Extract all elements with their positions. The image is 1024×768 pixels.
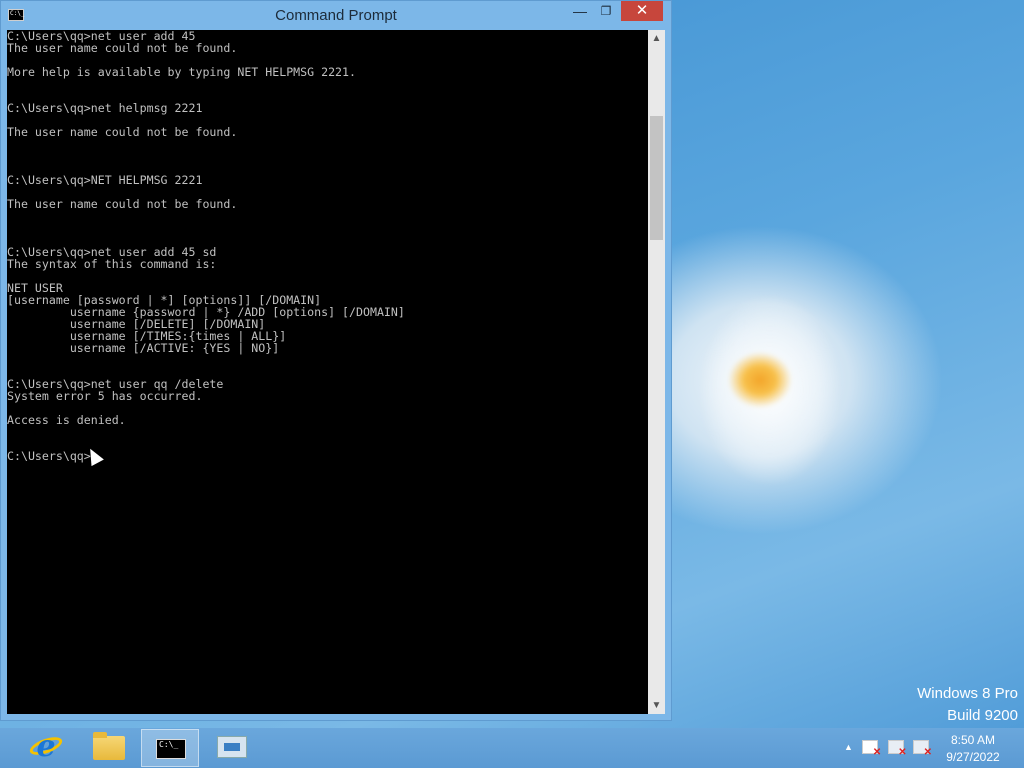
clock-date: 9/27/2022 <box>946 750 1000 764</box>
os-name-label: Windows 8 Pro <box>917 685 1018 702</box>
scroll-up-arrow-icon[interactable]: ▲ <box>648 30 665 47</box>
desktop-wallpaper-flower <box>700 250 890 510</box>
taskbar-internet-explorer[interactable]: e <box>17 729 75 767</box>
clock-time: 8:50 AM <box>950 733 996 747</box>
console-text[interactable]: C:\Users\qq>net user add 45 The user nam… <box>7 30 648 462</box>
close-button[interactable]: ✕ <box>621 1 663 21</box>
show-hidden-icons-button[interactable]: ▲ <box>844 742 853 752</box>
scroll-down-arrow-icon[interactable]: ▼ <box>648 697 665 714</box>
title-bar[interactable]: C:\_ Command Prompt — ❐ ✕ <box>1 1 671 29</box>
action-center-flag-icon[interactable] <box>862 739 881 758</box>
taskbar-clock[interactable]: 8:50 AM 9/27/2022 <box>940 732 1006 766</box>
taskbar-command-prompt[interactable]: C:\_ <box>141 729 199 767</box>
taskbar-file-explorer[interactable] <box>79 729 137 767</box>
command-prompt-icon: C:\_ <box>156 739 186 759</box>
build-label: Build 9200 <box>947 707 1018 724</box>
network-disconnected-icon[interactable] <box>887 739 907 758</box>
windows-version-watermark: Windows 8 Pro Build 9200 <box>917 683 1018 727</box>
taskbar: e C:\_ ▲ 8:50 AM 9/27/2022 <box>0 728 1024 768</box>
console-output[interactable]: C:\Users\qq>net user add 45 The user nam… <box>7 30 648 714</box>
internet-explorer-icon: e <box>36 729 56 764</box>
network-app-icon <box>217 736 247 758</box>
volume-muted-icon[interactable] <box>912 739 932 758</box>
command-prompt-window[interactable]: C:\_ Command Prompt — ❐ ✕ C:\Users\qq>ne… <box>0 0 672 721</box>
folder-icon <box>93 732 125 760</box>
taskbar-network-app[interactable] <box>203 729 261 767</box>
scrollbar-thumb[interactable] <box>650 116 663 240</box>
minimize-button[interactable]: — <box>567 1 593 21</box>
restore-button[interactable]: ❐ <box>593 1 619 21</box>
system-tray: ▲ <box>844 739 935 759</box>
vertical-scrollbar[interactable]: ▲ ▼ <box>648 30 665 714</box>
